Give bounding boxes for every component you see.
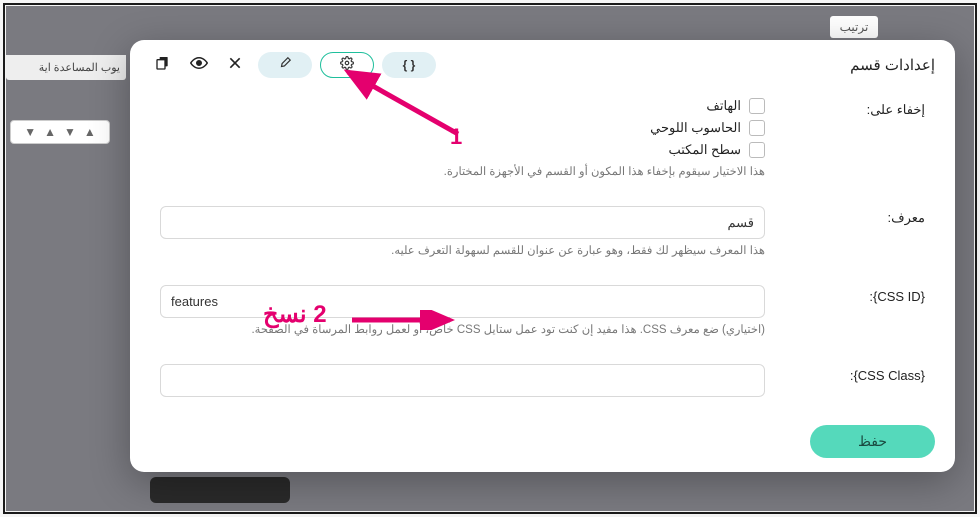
tab-code[interactable]: { } (382, 52, 436, 78)
tab-group: { } (258, 52, 436, 78)
css-id-label: {CSS ID}: (765, 285, 925, 304)
bg-arrow-buttons: ▲▼▲▼ (10, 120, 110, 144)
option-label: الحاسوب اللوحي (650, 120, 741, 136)
modal-footer: حفظ (130, 415, 955, 472)
checkbox-icon (749, 120, 765, 136)
copy-icon (155, 55, 171, 76)
row-hide-on: إخفاء على: الهاتف الحاسوب اللوحي سطح الم… (160, 92, 925, 184)
css-class-label: {CSS Class}: (765, 364, 925, 383)
bg-help-snippet: يوب المساعدة اية (6, 55, 126, 80)
row-css-class: {CSS Class}: (160, 358, 925, 403)
duplicate-button[interactable] (150, 52, 176, 78)
identifier-label: معرف: (765, 206, 925, 226)
tab-design[interactable] (258, 52, 312, 78)
modal-header: إعدادات قسم { } (130, 40, 955, 86)
hide-on-desktop[interactable]: سطح المكتب (160, 142, 765, 158)
close-icon (227, 55, 243, 76)
identifier-help: هذا المعرف سيظهر لك فقط، وهو عبارة عن عن… (160, 243, 765, 257)
brush-icon (278, 56, 292, 75)
header-left-actions (150, 52, 248, 78)
hide-on-help: هذا الاختيار سيقوم بإخفاء هذا المكون أو … (160, 164, 765, 178)
css-id-help: (اختياري) ضع معرف CSS. هذا مفيد إن كنت ت… (160, 322, 765, 336)
checkbox-icon (749, 142, 765, 158)
css-class-input[interactable] (160, 364, 765, 397)
close-button[interactable] (222, 52, 248, 78)
section-settings-modal: إعدادات قسم { } (130, 40, 955, 472)
hide-on-phone[interactable]: الهاتف (160, 98, 765, 114)
eye-icon (190, 54, 208, 77)
save-button[interactable]: حفظ (810, 425, 935, 458)
gear-icon (340, 56, 354, 75)
modal-body: إخفاء على: الهاتف الحاسوب اللوحي سطح الم… (130, 86, 955, 418)
hide-on-tablet[interactable]: الحاسوب اللوحي (160, 120, 765, 136)
code-braces-icon: { } (403, 58, 416, 72)
checkbox-icon (749, 98, 765, 114)
row-identifier: معرف: هذا المعرف سيظهر لك فقط، وهو عبارة… (160, 200, 925, 263)
bg-sort-label: ترتيب (830, 16, 879, 38)
visibility-button[interactable] (186, 52, 212, 78)
css-id-input[interactable] (160, 285, 765, 318)
hide-on-label: إخفاء على: (765, 98, 925, 118)
bg-bottom-toolbar (150, 477, 290, 503)
option-label: سطح المكتب (668, 142, 741, 158)
option-label: الهاتف (706, 98, 741, 114)
modal-title: إعدادات قسم (850, 56, 935, 74)
tab-settings[interactable] (320, 52, 374, 78)
identifier-input[interactable] (160, 206, 765, 239)
row-css-id: {CSS ID}: (اختياري) ضع معرف CSS. هذا مفي… (160, 279, 925, 342)
